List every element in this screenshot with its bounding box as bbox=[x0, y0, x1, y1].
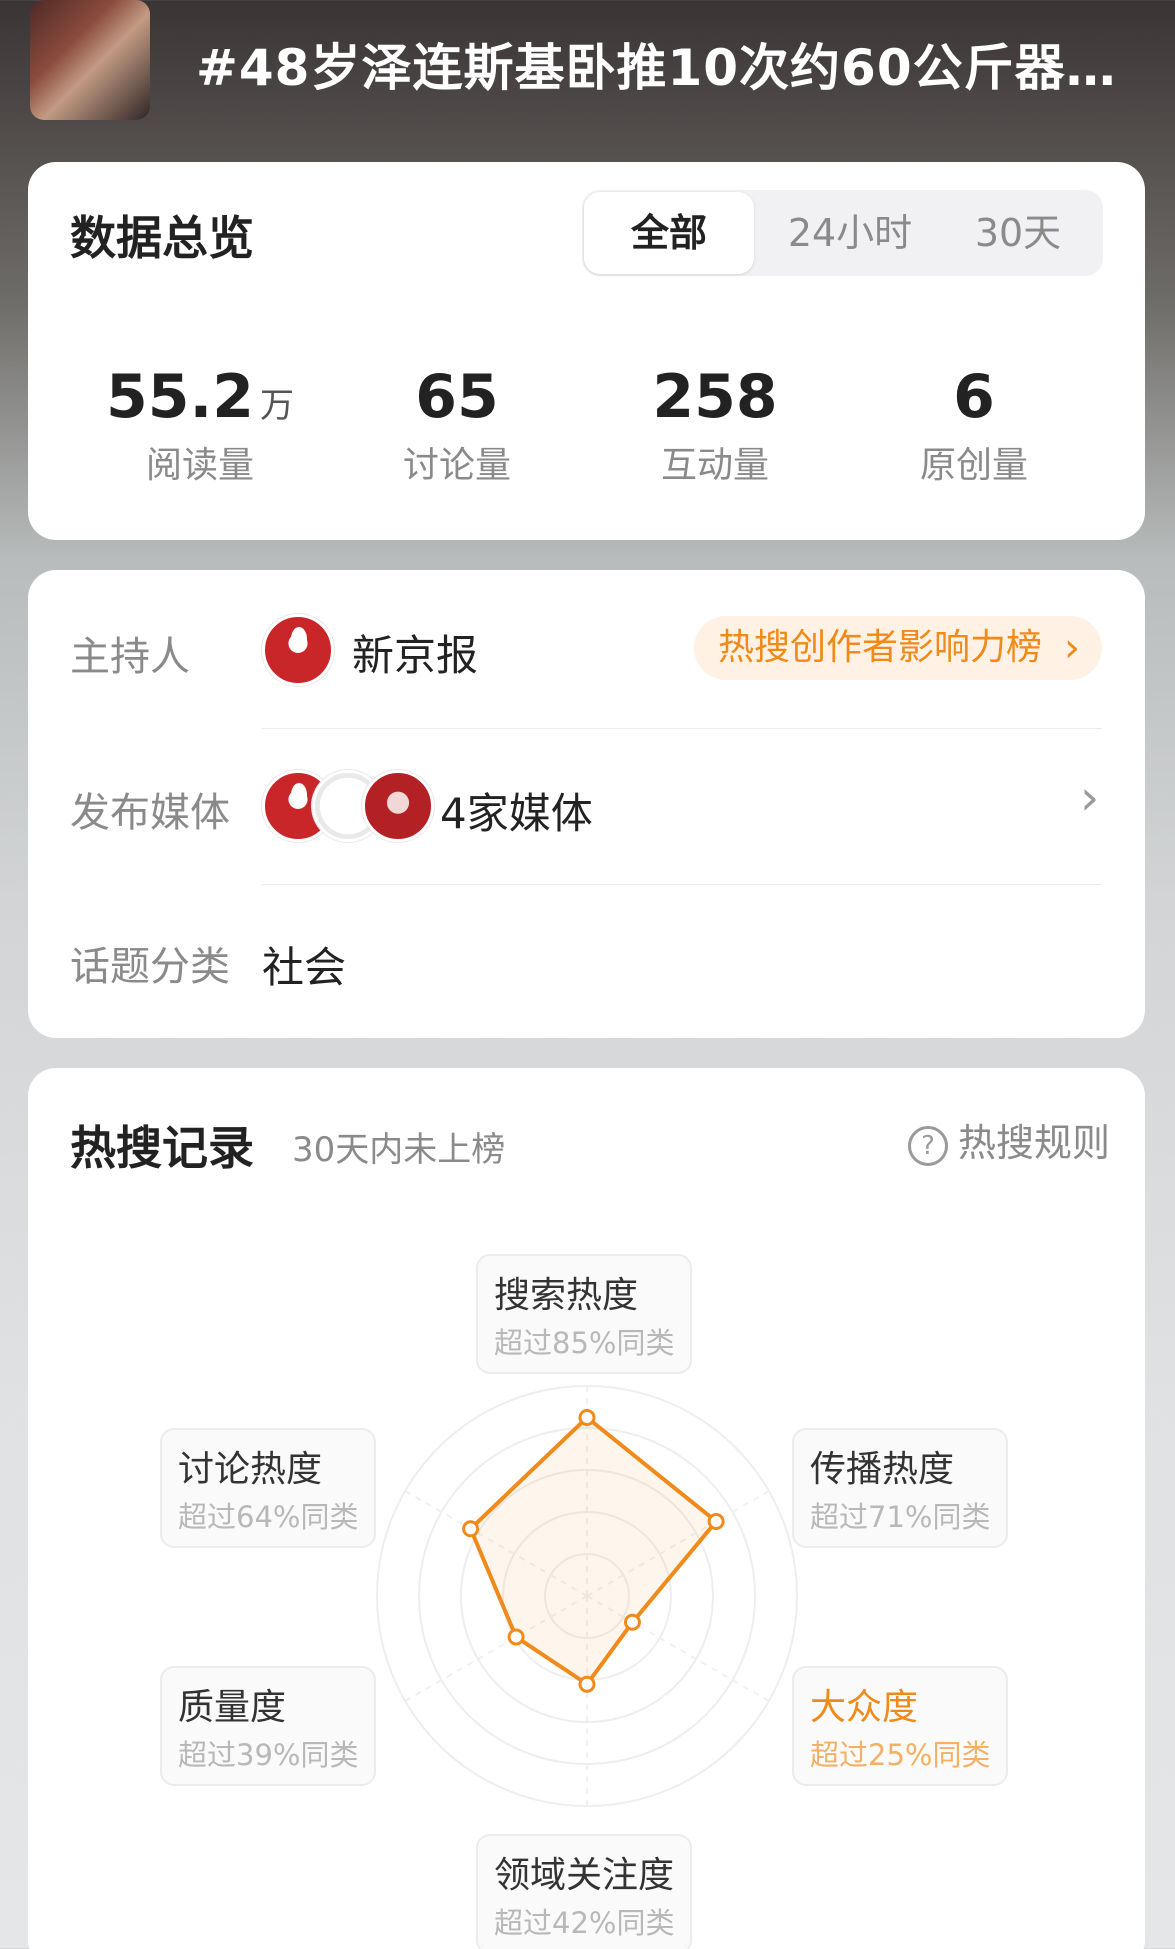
stat-value: 6 bbox=[953, 362, 995, 432]
stat-label: 阅读量 bbox=[145, 445, 254, 486]
divider bbox=[262, 884, 1102, 885]
stat-label: 讨论量 bbox=[402, 445, 511, 486]
rank-link-label: 热搜创作者影响力榜 bbox=[718, 627, 1043, 668]
chevron-right-icon[interactable]: › bbox=[1080, 770, 1099, 826]
media-label: 发布媒体 bbox=[70, 790, 230, 836]
stat-label: 互动量 bbox=[660, 445, 769, 486]
stat-interactions: 258 互动量 bbox=[595, 362, 835, 488]
tab-all[interactable]: 全部 bbox=[584, 192, 754, 274]
dimension-spread-heat: 传播热度 超过71%同类 bbox=[792, 1428, 1009, 1548]
radar-point bbox=[707, 1512, 725, 1530]
stat-unit: 万 bbox=[260, 386, 295, 426]
stat-value: 55.2 bbox=[105, 362, 255, 432]
topic-thumbnail[interactable] bbox=[30, 0, 150, 120]
top-header: #48岁泽连斯基卧推10次约60公斤器… bbox=[0, 0, 1175, 150]
hot-search-card: 热搜记录 30天内未上榜 ? 热搜规则 搜索热度 超过85%同类 传播热度 超过7… bbox=[28, 1068, 1145, 1949]
dimension-search-heat: 搜索热度 超过85%同类 bbox=[476, 1254, 693, 1374]
stat-discussions: 65 讨论量 bbox=[337, 362, 577, 488]
dimension-name: 讨论热度 bbox=[178, 1449, 323, 1490]
radar-point bbox=[462, 1520, 480, 1538]
category-value: 社会 bbox=[262, 943, 347, 992]
stat-reads: 55.2 万 阅读量 bbox=[80, 362, 320, 488]
dimension-popularity: 大众度 超过25%同类 bbox=[792, 1666, 1009, 1786]
dimension-value: 超过39%同类 bbox=[178, 1738, 359, 1772]
dimension-name: 大众度 bbox=[810, 1687, 919, 1728]
host-avatar[interactable] bbox=[262, 614, 334, 686]
dimension-name: 质量度 bbox=[178, 1687, 287, 1728]
overview-heading: 数据总览 bbox=[70, 211, 254, 265]
host-label: 主持人 bbox=[70, 634, 190, 680]
stat-label: 原创量 bbox=[919, 445, 1028, 486]
dimension-name: 搜索热度 bbox=[494, 1275, 639, 1316]
tab-30d[interactable]: 30天 bbox=[938, 190, 1098, 276]
radar-point bbox=[623, 1613, 641, 1631]
dimension-name: 传播热度 bbox=[810, 1449, 955, 1490]
dimension-discussion-heat: 讨论热度 超过64%同类 bbox=[160, 1428, 377, 1548]
dimension-value: 超过25%同类 bbox=[810, 1738, 991, 1772]
topic-title: #48岁泽连斯基卧推10次约60公斤器… bbox=[196, 39, 1117, 97]
radar-point bbox=[578, 1409, 596, 1426]
radar-point bbox=[578, 1675, 596, 1693]
stat-value: 65 bbox=[415, 362, 499, 432]
influence-rank-link[interactable]: 热搜创作者影响力榜 › bbox=[694, 616, 1102, 680]
dimension-value: 超过64%同类 bbox=[178, 1500, 359, 1534]
radar-shape bbox=[468, 1414, 719, 1687]
media-count[interactable]: 4家媒体 bbox=[440, 780, 593, 841]
dimension-domain-attention: 领域关注度 超过42%同类 bbox=[476, 1834, 693, 1949]
time-range-tabs: 全部 24小时 30天 bbox=[582, 190, 1103, 276]
divider bbox=[262, 728, 1102, 729]
chevron-right-icon: › bbox=[1064, 625, 1080, 671]
stat-value: 258 bbox=[652, 362, 778, 432]
category-label: 话题分类 bbox=[70, 944, 230, 990]
media-avatar bbox=[362, 770, 434, 842]
tab-24h[interactable]: 24小时 bbox=[768, 190, 932, 276]
data-overview-card: 数据总览 全部 24小时 30天 55.2 万 阅读量 65 讨论量 258 互动… bbox=[28, 162, 1145, 540]
topic-info-card: 主持人 新京报 热搜创作者影响力榜 › 发布媒体 4家媒体 › 话题分类 社会 bbox=[28, 570, 1145, 1038]
dimension-value: 超过42%同类 bbox=[494, 1906, 675, 1940]
radar-point bbox=[507, 1628, 525, 1646]
dimension-quality: 质量度 超过39%同类 bbox=[160, 1666, 377, 1786]
stat-originals: 6 原创量 bbox=[854, 362, 1094, 488]
host-name[interactable]: 新京报 bbox=[352, 622, 478, 683]
dimension-name: 领域关注度 bbox=[494, 1855, 675, 1896]
dimension-value: 超过71%同类 bbox=[810, 1500, 991, 1534]
dimension-value: 超过85%同类 bbox=[494, 1326, 675, 1360]
